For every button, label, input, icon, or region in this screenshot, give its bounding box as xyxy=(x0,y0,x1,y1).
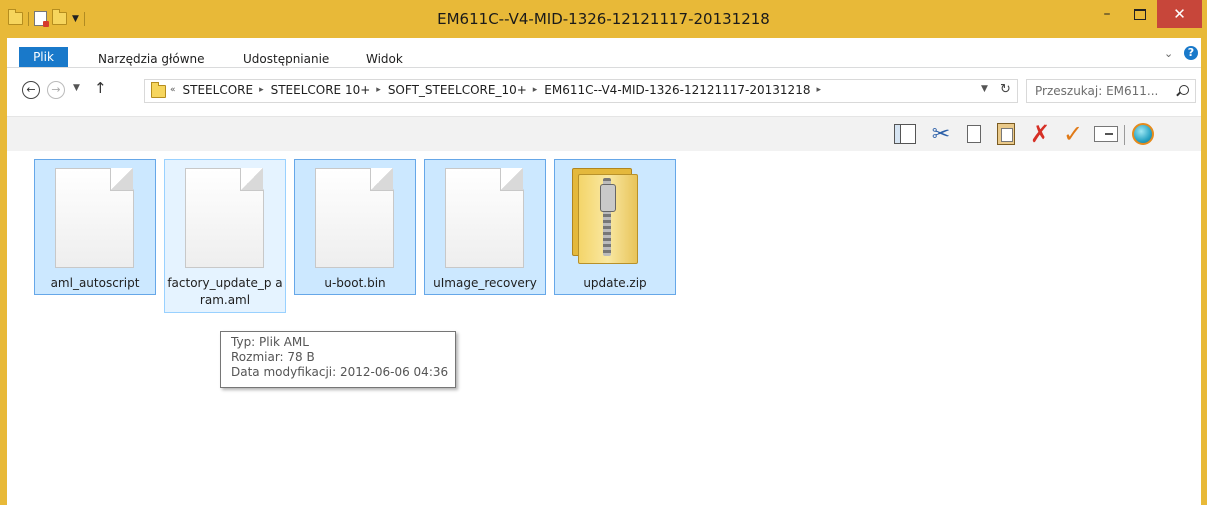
file-list: aml_autoscript factory_update_p aram.aml… xyxy=(7,151,1201,505)
tab-home[interactable]: Narzędzia główne xyxy=(98,52,205,66)
copy-button[interactable] xyxy=(962,121,986,146)
document-fold xyxy=(240,168,263,191)
breadcrumb-separator-icon[interactable]: ▸ xyxy=(376,85,381,95)
overflow-chevron-icon[interactable]: « xyxy=(170,85,176,95)
window-frame-left xyxy=(0,0,7,505)
folder-icon xyxy=(151,82,166,98)
tooltip-modified: Data modyfikacji: 2012-06-06 04:36 xyxy=(231,365,449,379)
ribbon-tabs: Plik Narzędzia główne Udostępnianie Wido… xyxy=(7,38,1201,68)
window-title: EM611C--V4-MID-1326-12121117-20131218 xyxy=(437,10,770,28)
breadcrumb-item[interactable]: SOFT_STEELCORE_10+ xyxy=(388,83,527,97)
tooltip-type: Typ: Plik AML xyxy=(231,335,309,349)
address-dropdown-icon[interactable]: ▼ xyxy=(981,84,988,94)
globe-icon xyxy=(1132,123,1154,145)
rename-icon xyxy=(1094,126,1118,142)
delete-button[interactable]: ✗ xyxy=(1028,120,1052,148)
breadcrumb-item[interactable]: STEELCORE 10+ xyxy=(271,83,371,97)
breadcrumb-separator-icon[interactable]: ▸ xyxy=(259,85,264,95)
tab-share[interactable]: Udostępnianie xyxy=(243,52,329,66)
search-icon[interactable] xyxy=(1179,85,1189,95)
breadcrumb-separator-icon[interactable]: ▸ xyxy=(816,85,821,95)
zipper-pull-icon xyxy=(600,184,616,212)
document-fold xyxy=(500,168,523,191)
file-name: uImage_recovery xyxy=(433,276,537,290)
clipboard-icon xyxy=(997,123,1015,145)
breadcrumb-item[interactable]: STEELCORE xyxy=(183,83,254,97)
back-button[interactable]: ← xyxy=(22,81,40,99)
document-fold xyxy=(110,168,133,191)
breadcrumb-separator-icon[interactable]: ▸ xyxy=(533,85,538,95)
preview-pane-button[interactable] xyxy=(893,122,917,146)
up-button[interactable]: ↑ xyxy=(94,79,107,97)
file-item[interactable]: u-boot.bin xyxy=(294,159,416,295)
recent-locations-icon[interactable]: ▼ xyxy=(73,83,80,93)
file-name: u-boot.bin xyxy=(324,276,386,290)
document-fold xyxy=(370,168,393,191)
checkmark-icon: ✓ xyxy=(1062,120,1084,148)
address-bar[interactable]: « STEELCORE ▸ STEELCORE 10+ ▸ SOFT_STEEL… xyxy=(144,79,1018,103)
copy-icon xyxy=(962,121,981,143)
delete-x-icon: ✗ xyxy=(1029,120,1051,148)
scissors-icon: ✂ xyxy=(931,121,951,147)
file-tooltip: Typ: Plik AML Rozmiar: 78 B Data modyfik… xyxy=(220,331,456,388)
file-name: factory_update_p aram.aml xyxy=(167,276,283,307)
help-icon[interactable]: ? xyxy=(1184,46,1198,60)
expand-ribbon-icon[interactable]: ⌄ xyxy=(1164,47,1173,60)
file-item[interactable]: uImage_recovery xyxy=(424,159,546,295)
file-name: update.zip xyxy=(583,276,647,290)
tab-file[interactable]: Plik xyxy=(19,47,68,67)
navigation-bar: ← → ▼ ↑ « STEELCORE ▸ STEELCORE 10+ ▸ SO… xyxy=(7,68,1201,116)
search-input[interactable]: Przeszukaj: EM611... xyxy=(1026,79,1196,103)
file-item[interactable]: aml_autoscript xyxy=(34,159,156,295)
toolbar-separator xyxy=(1124,125,1125,145)
search-placeholder: Przeszukaj: EM611... xyxy=(1035,84,1159,98)
maximize-button[interactable] xyxy=(1124,0,1156,28)
maximize-icon xyxy=(1134,8,1146,20)
rename-button[interactable] xyxy=(1094,122,1118,146)
file-name: aml_autoscript xyxy=(50,276,140,290)
breadcrumb-item[interactable]: EM611C--V4-MID-1326-12121117-20131218 xyxy=(544,83,810,97)
close-button[interactable]: ✕ xyxy=(1157,0,1202,28)
properties-button[interactable]: ✓ xyxy=(1061,120,1085,148)
cut-button[interactable]: ✂ xyxy=(929,121,953,147)
tab-view[interactable]: Widok xyxy=(366,52,403,66)
breadcrumb: « STEELCORE ▸ STEELCORE 10+ ▸ SOFT_STEEL… xyxy=(170,83,828,97)
command-toolbar: ✂ ✗ ✓ xyxy=(7,116,1201,152)
file-item[interactable]: update.zip xyxy=(554,159,676,295)
window-frame-right xyxy=(1201,0,1207,505)
preview-pane-icon xyxy=(894,124,916,144)
file-item[interactable]: factory_update_p aram.aml xyxy=(164,159,286,313)
forward-button[interactable]: → xyxy=(47,81,65,99)
title-bar: ▼ EM611C--V4-MID-1326-12121117-20131218 … xyxy=(0,0,1207,38)
tooltip-size: Rozmiar: 78 B xyxy=(231,350,315,364)
paste-button[interactable] xyxy=(994,122,1018,146)
shell-extension-button[interactable] xyxy=(1131,122,1155,146)
minimize-button[interactable]: – xyxy=(1090,0,1124,28)
refresh-icon[interactable]: ↻ xyxy=(1000,82,1011,97)
zip-folder-icon xyxy=(572,166,656,266)
